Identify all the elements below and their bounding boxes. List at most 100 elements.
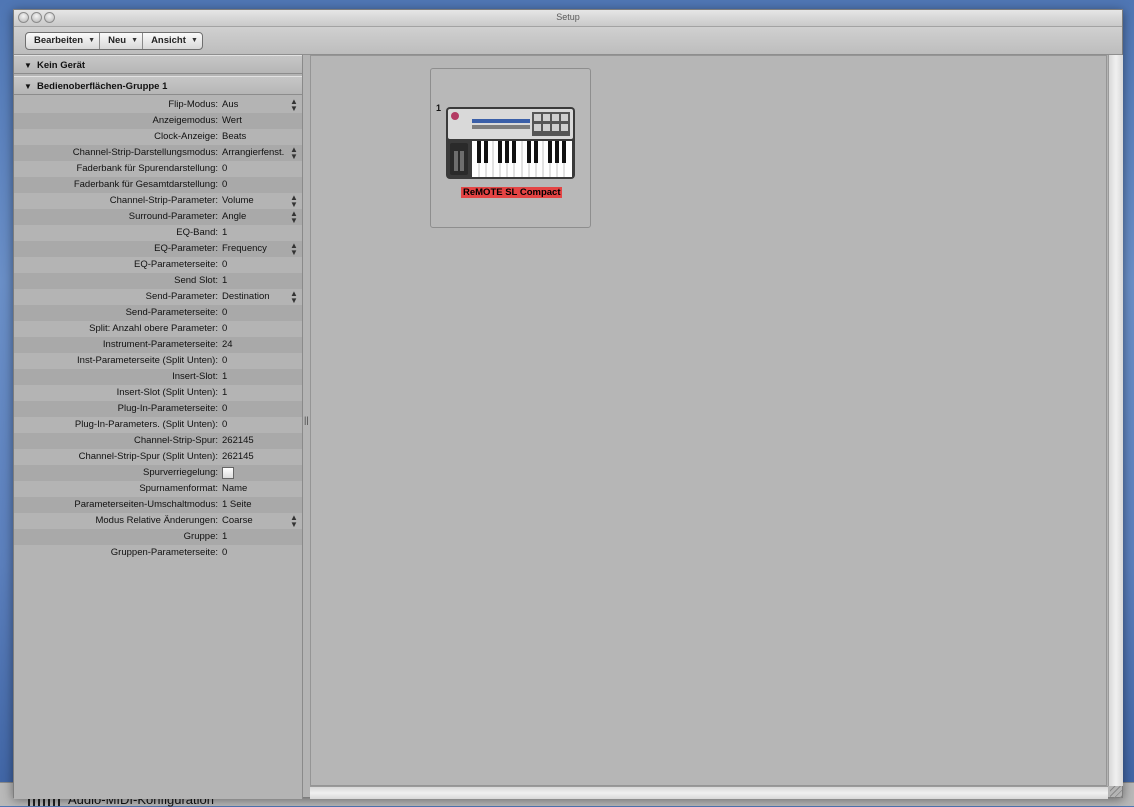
menu-neu[interactable]: Neu ▼: [100, 33, 144, 49]
parameter-value[interactable]: 0: [222, 321, 227, 337]
parameter-value[interactable]: 0: [222, 161, 227, 177]
parameter-label: Faderbank für Gesamtdarstellung:: [73, 179, 218, 190]
parameter-label: EQ-Band:: [176, 227, 218, 238]
device-number: 1: [436, 103, 442, 113]
disclosure-triangle-icon[interactable]: ▼: [24, 77, 32, 96]
parameter-value[interactable]: 0: [222, 353, 227, 369]
parameter-row[interactable]: Channel-Strip-Parameter: Volume ▲ ▼: [14, 193, 302, 209]
stepper-icon[interactable]: ▲ ▼: [290, 513, 298, 529]
parameter-row[interactable]: Gruppen-Parameterseite: 0: [14, 545, 302, 561]
checkbox[interactable]: [222, 467, 234, 479]
stepper-icon[interactable]: ▲ ▼: [290, 289, 298, 305]
parameter-row[interactable]: Insert-Slot (Split Unten): 1: [14, 385, 302, 401]
parameter-row[interactable]: EQ-Parameter: Frequency ▲ ▼: [14, 241, 302, 257]
menu-ansicht[interactable]: Ansicht ▼: [143, 33, 202, 49]
section-gruppe[interactable]: ▼ Bedienoberflächen-Gruppe 1: [14, 76, 302, 95]
parameter-row[interactable]: Send-Parameter: Destination ▲ ▼: [14, 289, 302, 305]
menu-ansicht-label: Ansicht: [151, 35, 186, 46]
parameter-row[interactable]: Parameterseiten-Umschaltmodus: 1 Seite: [14, 497, 302, 513]
parameter-value[interactable]: Frequency: [222, 241, 267, 257]
parameter-label: Parameterseiten-Umschaltmodus:: [74, 499, 218, 510]
parameter-value[interactable]: 262145: [222, 449, 254, 465]
parameter-value[interactable]: Aus: [222, 97, 238, 113]
parameter-row[interactable]: Channel-Strip-Spur: 262145: [14, 433, 302, 449]
parameter-row[interactable]: EQ-Band: 1: [14, 225, 302, 241]
setup-window: Setup Bearbeiten ▼ Neu ▼ Ansicht ▼ ▼ Kei…: [13, 9, 1123, 799]
device-name-label: ReMOTE SL Compact: [461, 187, 563, 198]
parameter-value[interactable]: Arrangierfenst.: [222, 145, 284, 161]
parameter-row[interactable]: Instrument-Parameterseite: 24: [14, 337, 302, 353]
parameter-value[interactable]: Destination: [222, 289, 270, 305]
parameter-row[interactable]: Spurnamenformat: Name: [14, 481, 302, 497]
stepper-icon[interactable]: ▲ ▼: [290, 241, 298, 257]
parameter-row[interactable]: Clock-Anzeige: Beats: [14, 129, 302, 145]
stepper-icon[interactable]: ▲ ▼: [290, 209, 298, 225]
parameter-value[interactable]: 0: [222, 401, 227, 417]
parameter-label: Channel-Strip-Darstellungsmodus:: [72, 147, 218, 158]
parameter-row[interactable]: Anzeigemodus: Wert: [14, 113, 302, 129]
parameter-label: Gruppen-Parameterseite:: [110, 547, 218, 558]
parameter-row[interactable]: Plug-In-Parameterseite: 0: [14, 401, 302, 417]
section-kein-geraet[interactable]: ▼ Kein Gerät: [14, 55, 302, 74]
parameter-value[interactable]: 1 Seite: [222, 497, 252, 513]
parameter-value[interactable]: Beats: [222, 129, 246, 145]
parameter-value[interactable]: Wert: [222, 113, 242, 129]
parameter-label: Gruppe:: [183, 531, 218, 542]
parameter-value[interactable]: 0: [222, 257, 227, 273]
parameter-label: Surround-Parameter:: [128, 211, 218, 222]
parameter-row[interactable]: Channel-Strip-Spur (Split Unten): 262145: [14, 449, 302, 465]
parameter-row[interactable]: Inst-Parameterseite (Split Unten): 0: [14, 353, 302, 369]
parameter-row[interactable]: Gruppe: 1: [14, 529, 302, 545]
midi-keyboard-icon: [446, 107, 575, 179]
parameter-value[interactable]: Volume: [222, 193, 254, 209]
parameter-row[interactable]: Insert-Slot: 1: [14, 369, 302, 385]
device-card[interactable]: 1 ReMOTE SL Compact: [430, 68, 591, 228]
parameter-value[interactable]: 1: [222, 529, 227, 545]
parameter-label: Channel-Strip-Spur (Split Unten):: [78, 451, 218, 462]
horizontal-scrollbar[interactable]: [310, 786, 1108, 799]
parameter-label: Send-Parameterseite:: [125, 307, 218, 318]
parameter-value[interactable]: Name: [222, 481, 247, 497]
disclosure-triangle-icon[interactable]: ▼: [24, 56, 32, 75]
splitter-handle[interactable]: ||: [304, 415, 309, 431]
parameter-row[interactable]: EQ-Parameterseite: 0: [14, 257, 302, 273]
parameter-value[interactable]: 1: [222, 273, 227, 289]
parameter-value[interactable]: 24: [222, 337, 233, 353]
stepper-icon[interactable]: ▲ ▼: [290, 145, 298, 161]
parameter-row[interactable]: Channel-Strip-Darstellungsmodus: Arrangie…: [14, 145, 302, 161]
parameter-label: Channel-Strip-Parameter:: [109, 195, 218, 206]
parameter-label: Anzeigemodus:: [152, 115, 218, 126]
chevron-down-icon: ▼: [88, 37, 96, 44]
menu-bearbeiten[interactable]: Bearbeiten ▼: [26, 33, 101, 49]
parameter-value[interactable]: Angle: [222, 209, 246, 225]
menu-button-group: Bearbeiten ▼ Neu ▼ Ansicht ▼: [25, 32, 203, 50]
stepper-icon[interactable]: ▲ ▼: [290, 193, 298, 209]
parameter-value[interactable]: 1: [222, 225, 227, 241]
vertical-scrollbar[interactable]: [1108, 55, 1123, 786]
parameter-row[interactable]: Send Slot: 1: [14, 273, 302, 289]
parameter-row[interactable]: Modus Relative Änderungen: Coarse ▲ ▼: [14, 513, 302, 529]
parameter-row[interactable]: Spurverriegelung:: [14, 465, 302, 481]
chevron-down-icon: ▼: [131, 37, 139, 44]
parameter-row[interactable]: Faderbank für Gesamtdarstellung: 0: [14, 177, 302, 193]
parameter-row[interactable]: Plug-In-Parameters. (Split Unten): 0: [14, 417, 302, 433]
parameter-value[interactable]: 0: [222, 177, 227, 193]
title-bar[interactable]: Setup: [14, 10, 1122, 27]
parameter-row[interactable]: Send-Parameterseite: 0: [14, 305, 302, 321]
parameter-value[interactable]: Coarse: [222, 513, 253, 529]
parameter-row[interactable]: Split: Anzahl obere Parameter: 0: [14, 321, 302, 337]
parameter-value[interactable]: 0: [222, 545, 227, 561]
parameter-value[interactable]: 262145: [222, 433, 254, 449]
parameter-label: Insert-Slot (Split Unten):: [116, 387, 218, 398]
parameter-row[interactable]: Surround-Parameter: Angle ▲ ▼: [14, 209, 302, 225]
parameter-value[interactable]: 0: [222, 305, 227, 321]
parameter-row[interactable]: Faderbank für Spurendarstellung: 0: [14, 161, 302, 177]
parameter-value[interactable]: 0: [222, 417, 227, 433]
parameter-value[interactable]: 1: [222, 369, 227, 385]
parameter-label: Inst-Parameterseite (Split Unten):: [77, 355, 218, 366]
parameter-value[interactable]: 1: [222, 385, 227, 401]
parameter-label: Flip-Modus:: [168, 99, 218, 110]
parameter-row[interactable]: Flip-Modus: Aus ▲ ▼: [14, 97, 302, 113]
resize-grip-icon[interactable]: [1110, 786, 1122, 798]
stepper-icon[interactable]: ▲ ▼: [290, 97, 298, 113]
